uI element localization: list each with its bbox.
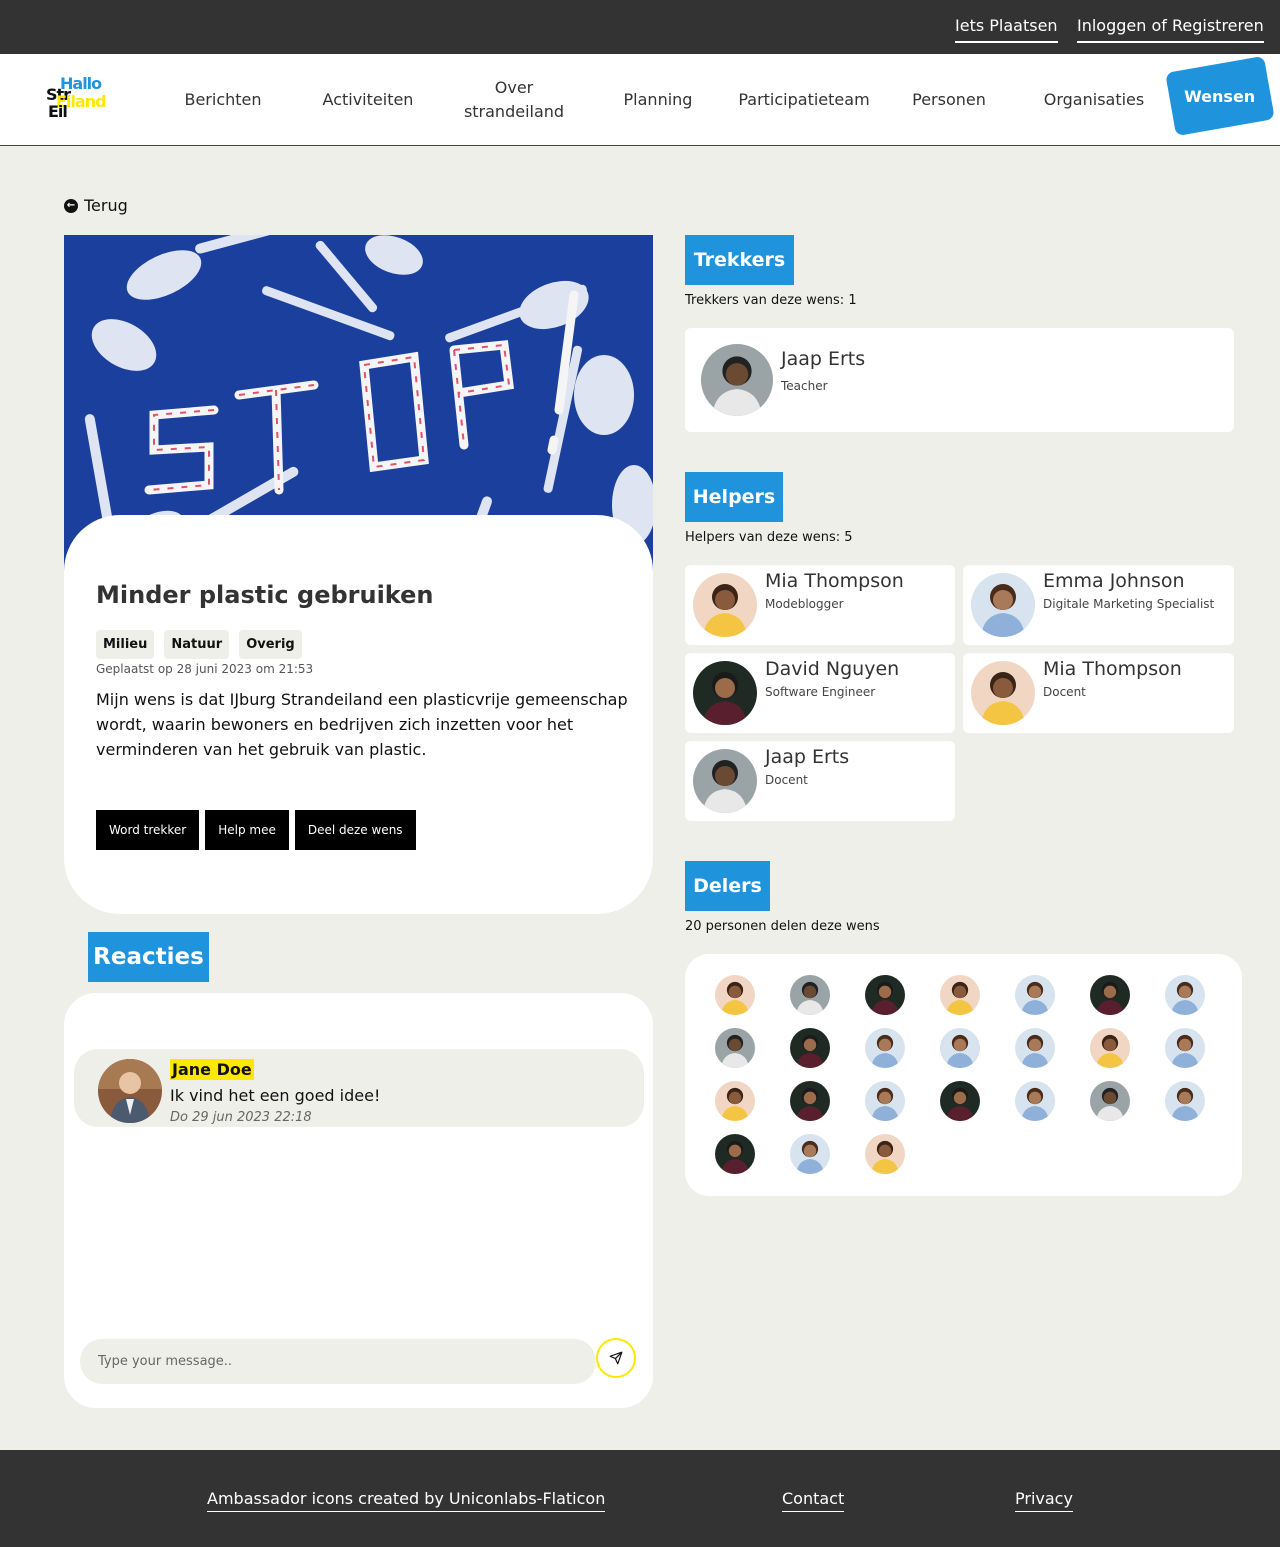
- wish-tags: Milieu Natuur Overig: [96, 630, 302, 659]
- logo-line-eil: Eil: [48, 102, 68, 121]
- posted-date: Geplaatst op 28 juni 2023 om 21:53: [96, 662, 314, 676]
- sharer-avatar[interactable]: [865, 1134, 905, 1174]
- delers-count: 20 personen delen deze wens: [685, 919, 880, 934]
- person-name: Mia Thompson: [1043, 658, 1182, 680]
- main-navigation: Hallo Str Eiland Eil Berichten Activitei…: [0, 54, 1280, 146]
- send-icon: [609, 1351, 623, 1365]
- sharer-avatar[interactable]: [790, 1028, 830, 1068]
- trekkers-count: Trekkers van deze wens: 1: [685, 293, 857, 308]
- nav-item-wensen-active[interactable]: Wensen: [1165, 55, 1275, 137]
- tag-overig[interactable]: Overig: [239, 630, 302, 659]
- wish-title: Minder plastic gebruiken: [96, 581, 434, 609]
- nav-item-wensen-label: Wensen: [1184, 86, 1256, 106]
- back-link[interactable]: ← Terug: [64, 196, 128, 215]
- commenter-avatar: [98, 1059, 162, 1123]
- comments-panel: Jane Doe Ik vind het een goed idee! Do 2…: [64, 993, 653, 1408]
- footer-contact-link[interactable]: Contact: [782, 1489, 845, 1512]
- sharer-avatar[interactable]: [940, 975, 980, 1015]
- site-logo[interactable]: Hallo Str Eiland Eil: [46, 74, 116, 126]
- sharer-avatar[interactable]: [1015, 1081, 1055, 1121]
- person-name: Emma Johnson: [1043, 570, 1185, 592]
- sharer-avatar[interactable]: [1165, 1028, 1205, 1068]
- helper-card[interactable]: Mia Thompson Modeblogger: [685, 565, 955, 645]
- wish-description: Mijn wens is dat IJburg Strandeiland een…: [96, 690, 628, 759]
- trekkers-heading: Trekkers: [685, 235, 794, 285]
- person-role: Docent: [765, 773, 808, 787]
- sharer-avatar[interactable]: [1165, 1081, 1205, 1121]
- footer-privacy-link[interactable]: Privacy: [1015, 1489, 1073, 1512]
- helpers-count: Helpers van deze wens: 5: [685, 530, 853, 545]
- wish-card: Minder plastic gebruiken Milieu Natuur O…: [64, 515, 653, 914]
- sharer-avatar[interactable]: [940, 1081, 980, 1121]
- sharer-avatar[interactable]: [1015, 1028, 1055, 1068]
- nav-item-over-strandeiland[interactable]: Over strandeiland: [458, 54, 570, 146]
- help-button[interactable]: Help mee: [205, 810, 289, 850]
- sharer-avatar[interactable]: [715, 1134, 755, 1174]
- person-role: Docent: [1043, 685, 1086, 699]
- tag-milieu[interactable]: Milieu: [96, 630, 155, 659]
- sharer-avatar[interactable]: [715, 1028, 755, 1068]
- sharer-avatar[interactable]: [790, 1081, 830, 1121]
- reacties-heading: Reacties: [88, 932, 209, 982]
- sharer-avatar[interactable]: [790, 975, 830, 1015]
- top-bar: Iets Plaatsen Inloggen of Registreren: [0, 0, 1280, 54]
- helper-card[interactable]: Emma Johnson Digitale Marketing Speciali…: [963, 565, 1234, 645]
- sharer-avatar[interactable]: [1015, 975, 1055, 1015]
- avatar: [693, 573, 757, 637]
- back-label: Terug: [84, 196, 128, 215]
- send-button[interactable]: [596, 1338, 636, 1378]
- sharer-avatar[interactable]: [1165, 975, 1205, 1015]
- nav-item-organisaties[interactable]: Organisaties: [1039, 54, 1149, 146]
- share-wish-button[interactable]: Deel deze wens: [294, 810, 416, 850]
- sharer-avatar[interactable]: [1090, 975, 1130, 1015]
- person-name: Jaap Erts: [765, 746, 850, 768]
- post-something-link[interactable]: Iets Plaatsen: [955, 16, 1058, 43]
- wish-actions: Word trekker Help mee Deel deze wens: [96, 810, 416, 850]
- sharer-avatar[interactable]: [865, 1081, 905, 1121]
- comment-item: Jane Doe Ik vind het een goed idee! Do 2…: [74, 1049, 644, 1127]
- sharer-avatar[interactable]: [865, 1028, 905, 1068]
- delers-heading: Delers: [685, 861, 770, 911]
- avatar: [693, 749, 757, 813]
- helpers-heading: Helpers: [685, 472, 783, 522]
- tag-natuur[interactable]: Natuur: [164, 630, 230, 659]
- avatar: [971, 573, 1035, 637]
- nav-item-participatieteam[interactable]: Participatieteam: [734, 54, 874, 146]
- helper-card[interactable]: David Nguyen Software Engineer: [685, 653, 955, 733]
- footer-credit-link[interactable]: Ambassador icons created by Uniconlabs-F…: [207, 1489, 606, 1512]
- person-role: Modeblogger: [765, 597, 844, 611]
- nav-item-activiteiten[interactable]: Activiteiten: [313, 54, 423, 146]
- become-trekker-button[interactable]: Word trekker: [96, 810, 200, 850]
- avatar: [693, 661, 757, 725]
- sharer-avatar[interactable]: [1090, 1028, 1130, 1068]
- sharer-avatar[interactable]: [715, 975, 755, 1015]
- person-role: Digitale Marketing Specialist: [1043, 597, 1215, 611]
- sharer-avatar[interactable]: [940, 1028, 980, 1068]
- arrow-left-circle-icon: ←: [64, 198, 78, 213]
- footer: Ambassador icons created by Uniconlabs-F…: [0, 1450, 1280, 1547]
- message-input[interactable]: [80, 1339, 596, 1384]
- helper-card[interactable]: Mia Thompson Docent: [963, 653, 1234, 733]
- person-name: Jaap Erts: [781, 348, 866, 370]
- person-name: Mia Thompson: [765, 570, 904, 592]
- nav-item-personen[interactable]: Personen: [894, 54, 1004, 146]
- sharer-avatar[interactable]: [1090, 1081, 1130, 1121]
- sharer-avatar[interactable]: [715, 1081, 755, 1121]
- sharers-panel: [685, 954, 1242, 1196]
- sharer-avatar[interactable]: [865, 975, 905, 1015]
- person-role: Teacher: [781, 379, 828, 393]
- comment-date: Do 29 jun 2023 22:18: [170, 1110, 312, 1125]
- sharer-avatar[interactable]: [790, 1134, 830, 1174]
- person-role: Software Engineer: [765, 685, 876, 699]
- nav-item-berichten[interactable]: Berichten: [168, 54, 278, 146]
- avatar: [971, 661, 1035, 725]
- person-name: David Nguyen: [765, 658, 900, 680]
- commenter-name[interactable]: Jane Doe: [170, 1059, 254, 1080]
- helper-card[interactable]: Jaap Erts Docent: [685, 741, 955, 821]
- avatar: [701, 344, 773, 416]
- comment-text: Ik vind het een goed idee!: [170, 1086, 381, 1105]
- login-register-link[interactable]: Inloggen of Registreren: [1077, 16, 1264, 43]
- trekker-card[interactable]: Jaap Erts Teacher: [685, 328, 1234, 432]
- nav-item-planning[interactable]: Planning: [603, 54, 713, 146]
